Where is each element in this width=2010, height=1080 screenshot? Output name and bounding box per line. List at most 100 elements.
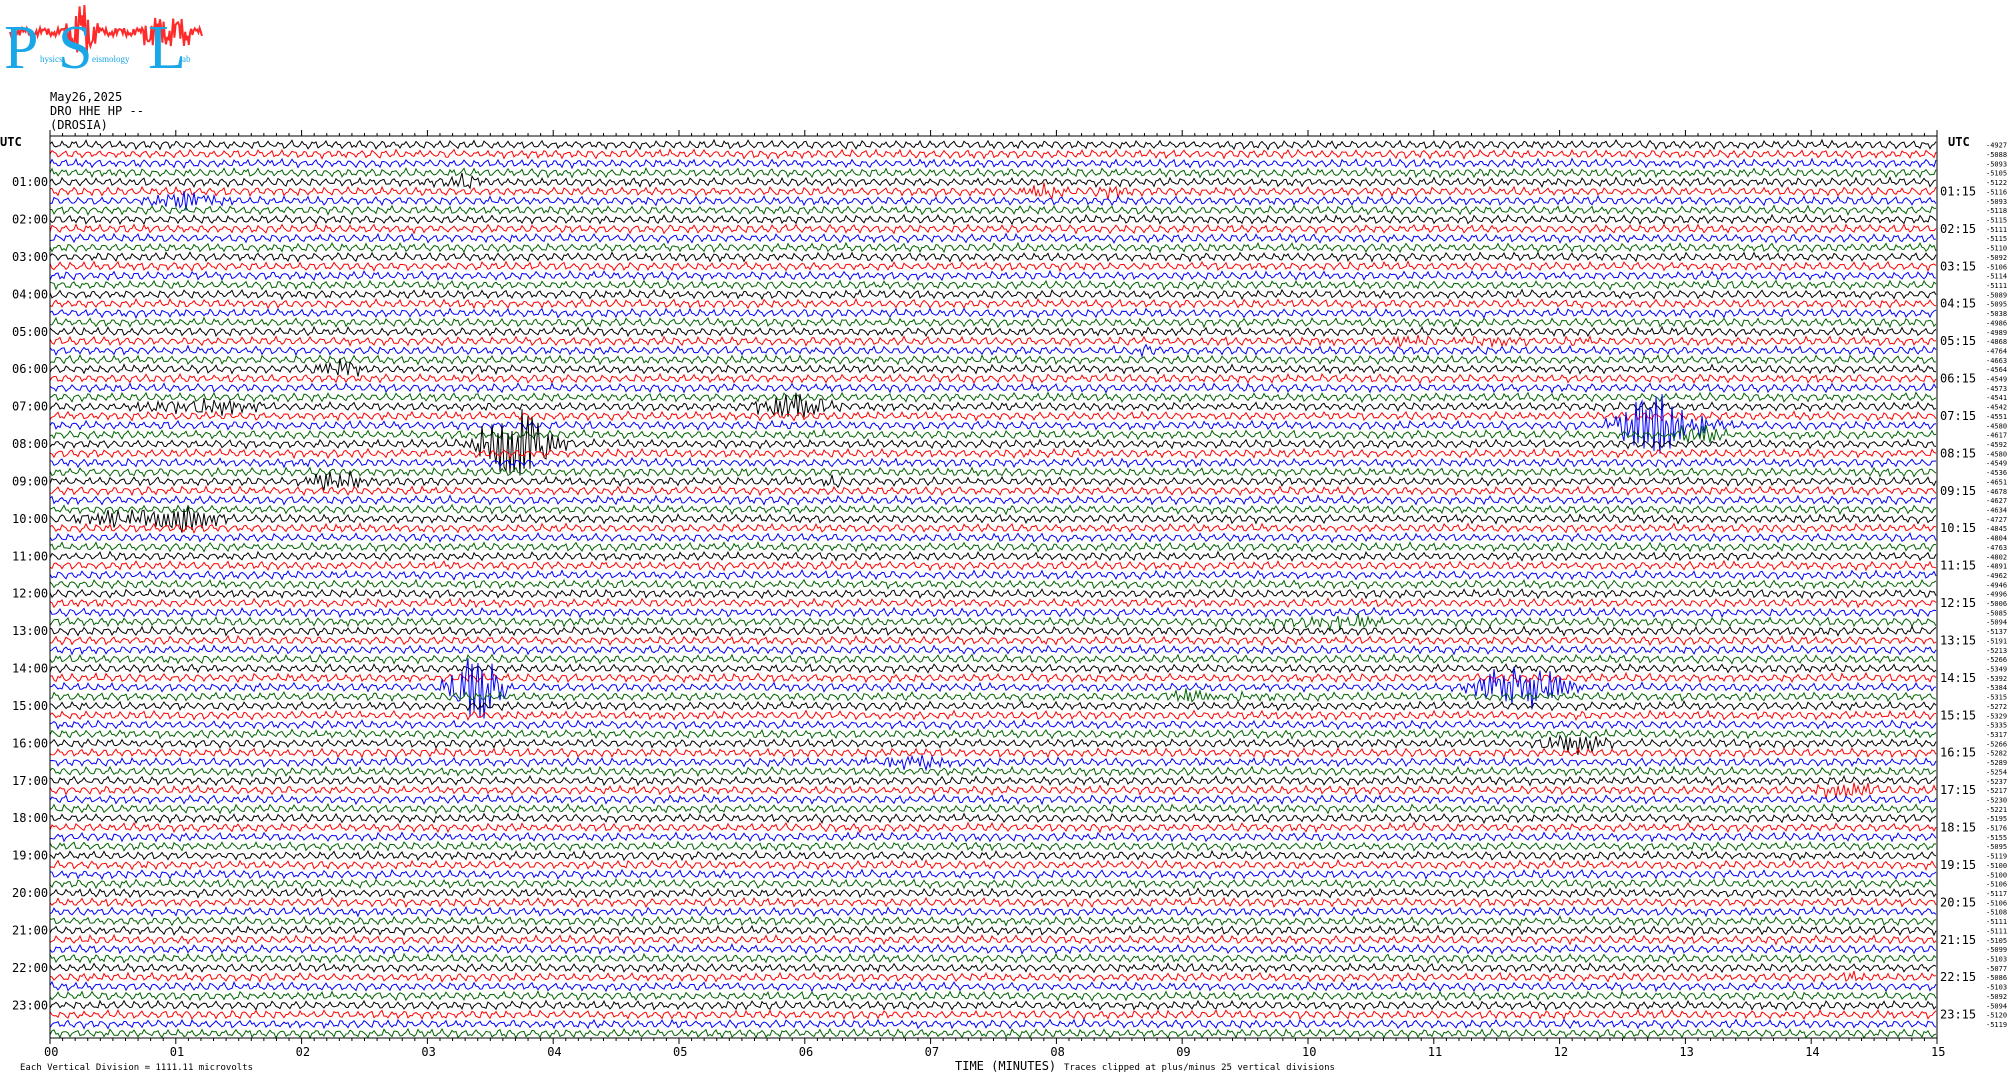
seismic-trace [49,980,1937,993]
trace-offset-label: -5106 [1986,263,2007,271]
seismic-trace [49,896,1937,909]
trace-offset-label: -4986 [1986,319,2007,327]
seismic-trace [49,606,1937,619]
trace-offset-label: -5111 [1986,282,2007,290]
trace-offset-label: -4996 [1986,591,2007,599]
seismic-trace [49,260,1937,273]
seismic-trace [49,887,1937,900]
seismic-trace [49,307,1937,320]
x-tick-label: 04 [547,1045,561,1059]
trace-offset-label: -5094 [1986,619,2007,627]
seismic-trace [49,1008,1937,1021]
trace-offset-label: -4927 [1986,142,2007,150]
trace-offset-label: -4804 [1986,535,2007,543]
left-hour-label: 20:00 [12,886,48,900]
seismic-trace [49,765,1937,778]
seismic-trace [49,232,1937,245]
x-tick-label: 10 [1302,1045,1316,1059]
seismic-trace [49,485,1937,497]
seismic-trace [49,933,1937,946]
trace-offset-label: -4802 [1986,553,2007,561]
trace-offset-label: -5111 [1986,927,2007,935]
left-hour-label: 05:00 [12,325,48,339]
trace-offset-label: -4989 [1986,329,2007,337]
seismic-trace [49,269,1937,282]
right-hour-label: 08:15 [1940,446,1976,460]
seismic-trace [49,643,1937,656]
trace-offset-label: -5266 [1986,740,2007,748]
seismic-trace [49,372,1937,385]
right-hour-label: 07:15 [1940,409,1976,423]
trace-offset-label: -5093 [1986,160,2007,168]
trace-group [49,138,1937,1040]
seismic-trace [49,718,1937,731]
seismic-trace [49,1018,1937,1030]
left-hour-label: 09:00 [12,474,48,488]
trace-offset-label: -4763 [1986,544,2007,552]
x-tick-label: 14 [1805,1045,1819,1059]
seismic-trace [49,325,1937,338]
right-hour-label: 14:15 [1940,671,1976,685]
trace-offset-label: -5384 [1986,684,2007,692]
seismic-trace [50,316,1937,329]
left-hour-label: 04:00 [12,287,48,301]
left-hour-label: 02:00 [12,213,48,227]
trace-offset-label: -5195 [1986,815,2007,823]
left-hour-label: 10:00 [12,512,48,526]
seismic-trace [49,167,1937,179]
seismic-trace [49,222,1937,235]
seismic-trace [49,410,1937,422]
right-hour-label: 13:15 [1940,633,1976,647]
trace-offset-label: -5086 [1986,974,2007,982]
seismic-trace [49,288,1937,301]
left-hour-label: 18:00 [12,811,48,825]
trace-offset-label: -5213 [1986,647,2007,655]
seismic-trace [49,905,1937,918]
trace-offset-label: -5095 [1986,301,2007,309]
x-tick-label: 09 [1176,1045,1190,1059]
seismic-trace [49,578,1937,591]
trace-offset-label: -5106 [1986,899,2007,907]
x-tick-label: 08 [1050,1045,1064,1059]
seismic-trace [49,540,1937,553]
seismic-trace [49,297,1937,310]
trace-offset-label: -4536 [1986,469,2007,477]
seismic-trace [49,943,1937,956]
right-hour-label: 19:15 [1940,858,1976,872]
right-hour-label: 02:15 [1940,222,1976,236]
seismic-trace [49,251,1937,263]
right-hour-label: 15:15 [1940,708,1976,722]
trace-offset-label: -5111 [1986,918,2007,926]
trace-offset-label: -5095 [1986,843,2007,851]
right-hour-label: 16:15 [1940,746,1976,760]
seismic-trace [49,625,1937,637]
seismic-trace [49,587,1937,600]
helicorder-plot: 00 01 02 03 04 05 06 07 08 09 10 11 12 13 14 15 01:00 02:… [0,130,2007,1073]
trace-offset-label: -5315 [1986,694,2007,702]
seismic-trace [49,138,1937,151]
seismic-trace [49,662,1937,675]
trace-offset-label: -4617 [1986,432,2007,440]
left-hour-label: 06:00 [12,362,48,376]
trace-offset-label: -4845 [1986,525,2007,533]
trace-offset-label: -4580 [1986,422,2007,430]
right-hour-label: 04:15 [1940,297,1976,311]
trace-offset-label: -5329 [1986,712,2007,720]
seismic-trace [49,868,1937,881]
seismic-trace [49,688,1937,703]
trace-offset-label: -5093 [1986,198,2007,206]
left-hour-label: 03:00 [12,250,48,264]
trace-offset-label: -5077 [1986,965,2007,973]
trace-offset-label: -4678 [1986,488,2007,496]
trace-offset-label: -5108 [1986,909,2007,917]
seismic-trace [49,989,1937,1002]
seismic-trace [49,241,1937,254]
trace-offset-label: -5089 [1986,291,2007,299]
left-hour-label: 16:00 [12,736,48,750]
trace-offset-label: -5111 [1986,226,2007,234]
trace-offset-label: -5114 [1986,273,2007,281]
right-hour-label: 22:15 [1940,970,1976,984]
right-hour-label: 18:15 [1940,821,1976,835]
left-hour-label: 13:00 [12,624,48,638]
left-hour-label: 11:00 [12,549,48,563]
